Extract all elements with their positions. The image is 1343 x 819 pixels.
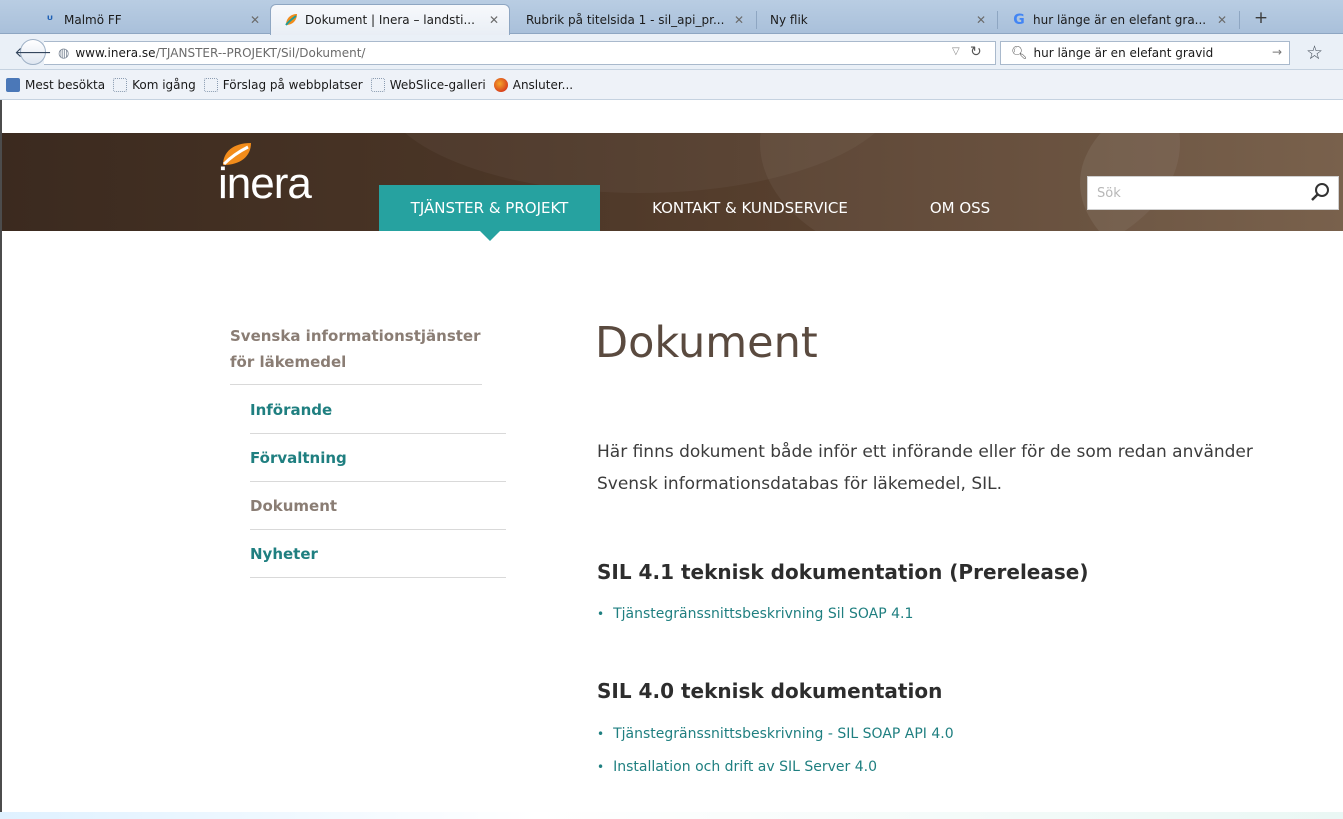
browser-tab-bar: ᵁ Malmö FF ✕ Dokument | Inera – landsti.… [0, 0, 1343, 35]
bullet-icon: • [597, 760, 605, 774]
bookmark-label: Kom igång [132, 77, 196, 92]
malmo-ff-icon: ᵁ [46, 13, 54, 27]
site-search-input[interactable]: Sök [1087, 176, 1339, 210]
bookmark-kom-igang[interactable]: Kom igång [113, 77, 196, 92]
page-icon [113, 77, 128, 92]
close-icon[interactable]: ✕ [489, 13, 499, 27]
back-button[interactable]: 🡐 [14, 39, 52, 65]
arrow-left-icon: 🡐 [14, 44, 52, 61]
tab-title: hur länge är en elefant gra... [1033, 13, 1207, 27]
sidebar-item-nyheter[interactable]: Nyheter [250, 530, 506, 578]
new-tab-button[interactable]: + [1250, 8, 1272, 28]
site-header: inera TJÄNSTER & PROJEKT KONTAKT & KUNDS… [0, 133, 1343, 231]
close-icon[interactable]: ✕ [976, 13, 986, 27]
sidebar-item-forvaltning[interactable]: Förvaltning [250, 434, 506, 482]
site-search-placeholder: Sök [1097, 185, 1121, 201]
globe-icon: ◍ [58, 45, 70, 61]
tab-title: Rubrik på titelsida 1 - sil_api_pr... [526, 13, 725, 27]
url-host: www.inera.se [75, 46, 156, 60]
tab-google-search[interactable]: G hur länge är en elefant gra... ✕ [999, 6, 1237, 34]
firefox-icon [493, 77, 508, 92]
doc-link-soap-4-1[interactable]: • Tjänstegränssnittsbeskrivning Sil SOAP… [597, 606, 913, 622]
url-bar[interactable]: ◍ www.inera.se/TJANSTER--PROJEKT/Sil/Dok… [44, 41, 996, 65]
tab-title: Ny flik [770, 13, 808, 27]
tab-title: Dokument | Inera – landsti... [305, 13, 475, 27]
nav-kontakt-kundservice[interactable]: KONTAKT & KUNDSERVICE [620, 185, 880, 231]
inera-icon [283, 12, 299, 28]
nav-tjanster-projekt[interactable]: TJÄNSTER & PROJEKT [379, 185, 600, 231]
page-title: Dokument [595, 318, 818, 368]
bookmark-ansluter[interactable]: Ansluter... [493, 77, 574, 92]
tab-separator [756, 11, 757, 29]
tab-title: Malmö FF [64, 13, 122, 27]
bullet-icon: • [597, 727, 605, 741]
nav-om-oss[interactable]: OM OSS [910, 185, 1010, 231]
bookmark-label: Ansluter... [512, 77, 574, 92]
section-heading: SIL 4.1 teknisk dokumentation (Prereleas… [597, 560, 1089, 584]
close-icon[interactable]: ✕ [734, 13, 744, 27]
page-icon [203, 77, 218, 92]
arrow-right-icon[interactable]: → [1272, 45, 1282, 59]
search-icon: 🔍︎ [1011, 45, 1028, 61]
reload-icon[interactable]: ↻ [970, 44, 982, 60]
intro-text: Här finns dokument både inför ett införa… [597, 442, 1253, 494]
bookmark-forslag[interactable]: Förslag på webbplatser [203, 77, 363, 92]
bookmark-webslice[interactable]: WebSlice-galleri [370, 77, 486, 92]
bookmark-folder-icon [6, 77, 20, 92]
bullet-icon: • [597, 607, 605, 621]
bookmark-label: WebSlice-galleri [389, 77, 486, 92]
tab-dokument-inera[interactable]: Dokument | Inera – landsti... ✕ [270, 4, 510, 35]
tab-rubrik[interactable]: Rubrik på titelsida 1 - sil_api_pr... ✕ [514, 6, 754, 34]
doc-link-soap-api-4-0[interactable]: • Tjänstegränssnittsbeskrivning - SIL SO… [597, 726, 954, 742]
sidebar-item-inforande[interactable]: Införande [250, 386, 506, 434]
chevron-down-icon[interactable]: ▽ [952, 46, 960, 57]
active-nav-indicator [480, 231, 500, 241]
section-heading: SIL 4.0 teknisk dokumentation [597, 679, 943, 703]
close-icon[interactable]: ✕ [1217, 13, 1227, 27]
bookmark-label: Förslag på webbplatser [222, 77, 363, 92]
window-edge [0, 100, 2, 819]
search-input[interactable]: hur länge är en elefant gravid [1034, 46, 1214, 60]
bookmarks-bar: Mest besökta Kom igång Förslag på webbpl… [0, 70, 1343, 100]
close-icon[interactable]: ✕ [250, 13, 260, 27]
search-icon[interactable] [1310, 182, 1330, 202]
sidebar-item-dokument[interactable]: Dokument [250, 482, 506, 530]
star-icon[interactable]: ☆ [1306, 42, 1323, 64]
bottom-edge [0, 812, 1343, 819]
tab-malmo-ff[interactable]: ᵁ Malmö FF ✕ [30, 6, 270, 34]
divider [230, 384, 482, 385]
doc-link-installation-drift[interactable]: • Installation och drift av SIL Server 4… [597, 759, 877, 775]
sidebar-section-title[interactable]: Svenska informationstjänster för läkemed… [230, 323, 500, 375]
doc-link-label[interactable]: Tjänstegränssnittsbeskrivning Sil SOAP 4… [613, 606, 913, 622]
url-path: /TJANSTER--PROJEKT/Sil/Dokument/ [155, 46, 366, 60]
doc-link-label[interactable]: Tjänstegränssnittsbeskrivning - SIL SOAP… [613, 726, 954, 742]
tab-separator [997, 11, 998, 29]
doc-link-label[interactable]: Installation och drift av SIL Server 4.0 [613, 759, 877, 775]
inera-logo[interactable]: inera [218, 159, 312, 209]
bookmark-mest-besokta[interactable]: Mest besökta [6, 77, 106, 92]
bookmark-label: Mest besökta [25, 77, 106, 92]
google-icon: G [1013, 12, 1025, 28]
tab-separator [1239, 11, 1240, 29]
browser-nav-bar: ◍ www.inera.se/TJANSTER--PROJEKT/Sil/Dok… [0, 34, 1343, 70]
page-icon [370, 77, 385, 92]
search-bar[interactable]: 🔍︎ hur länge är en elefant gravid [1000, 41, 1290, 65]
tab-ny-flik[interactable]: Ny flik ✕ [758, 6, 996, 34]
